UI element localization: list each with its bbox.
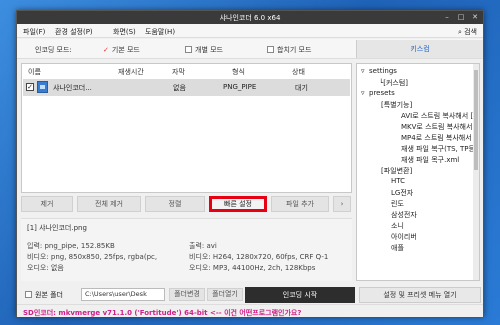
output-path-field[interactable]: C:\Users\user\Desk: [81, 288, 165, 301]
row-name: 샤나인코더...: [53, 84, 92, 92]
tree-item-mp4-copy[interactable]: MP4로 스트림 복사해서: [401, 133, 472, 143]
column-subtitle[interactable]: 자막: [172, 67, 185, 77]
menu-preferences[interactable]: 환경 설정(P): [55, 27, 93, 37]
start-encoding-button[interactable]: 인코딩 시작: [245, 287, 355, 303]
tree-item-iriver[interactable]: 아이리버: [391, 232, 417, 242]
info-audio-out: 오디오: MP3, 44100Hz, 2ch, 128Kbps: [189, 264, 316, 272]
app-window: 샤나인코더 6.0 x64 – □ ✕ 파일(F) 환경 설정(P) 화면(S)…: [16, 10, 484, 317]
maximize-icon[interactable]: □: [455, 12, 467, 23]
add-file-button[interactable]: 파일 추가: [271, 196, 329, 212]
tree-item-htc[interactable]: HTC: [391, 177, 405, 185]
minimize-icon[interactable]: –: [441, 12, 453, 23]
checkbox: [267, 46, 274, 53]
folder-open-button[interactable]: 폴더열기: [207, 288, 243, 301]
individual-mode-option[interactable]: 개별 모드: [185, 45, 223, 55]
status-text: SD인코더: mkvmerge v71.1.0 ('Fortitude') 64…: [23, 309, 302, 317]
remove-button[interactable]: 제거: [21, 196, 73, 212]
tree-item-sony[interactable]: 소니: [391, 221, 404, 231]
tree-item-convert[interactable]: [파일변환]: [381, 166, 412, 176]
column-format[interactable]: 형식: [232, 67, 245, 77]
encoding-mode-label: 인코딩 모드:: [35, 46, 72, 54]
preset-menu-button[interactable]: 설정 및 프리셋 메뉴 열기: [359, 287, 481, 303]
tree-item-avi-copy[interactable]: AVI로 스트림 복사해서 [: [401, 111, 473, 121]
info-filename: [1] 샤나인코더.png: [27, 224, 87, 232]
info-input: 입력: png_pipe, 152.85KB: [27, 242, 115, 250]
basic-mode-option[interactable]: ✓ 기본 모드: [103, 45, 140, 55]
remove-all-button[interactable]: 전체 제거: [77, 196, 141, 212]
tree-item-lg[interactable]: LG전자: [391, 188, 413, 198]
tree-item-custom[interactable]: └[커스텀]: [379, 78, 408, 88]
merge-mode-label: 합치기 모드: [277, 46, 312, 54]
checkbox: [185, 46, 192, 53]
kisscom-button[interactable]: 키스컴: [356, 40, 483, 58]
preset-tree: ▿ settings └[커스텀] ▿ presets [특별기능] AVI로 …: [356, 63, 480, 281]
tree-item-presets[interactable]: presets: [369, 89, 395, 97]
tree-item-settings[interactable]: settings: [369, 67, 397, 75]
tree-item-samsung[interactable]: 삼성전자: [391, 210, 417, 220]
sort-button[interactable]: 정렬: [145, 196, 205, 212]
title-bar: 샤나인코더 6.0 x64 – □ ✕: [17, 11, 483, 24]
file-list: 이름 재생시간 자막 형식 상태 ✓ 샤나인코더... 없음 PNG_PIPE …: [21, 63, 352, 193]
source-folder-option[interactable]: 원본 폴더: [25, 290, 63, 300]
more-button[interactable]: ›: [333, 196, 351, 212]
info-video-in: 비디오: png, 850x850, 25fps, rgba(pc,: [27, 253, 158, 261]
row-subtitle: 없음: [173, 84, 186, 92]
list-button-row: 제거 전체 제거 정렬 빠른 설정 파일 추가 ›: [21, 196, 352, 214]
tree-item-repair-xml[interactable]: 재생 파일 목구.xml: [401, 155, 459, 165]
column-name[interactable]: 이름: [28, 67, 41, 77]
row-status: 대기: [295, 84, 308, 92]
search-button[interactable]: ⌕ 검색: [458, 27, 477, 37]
search-label: 검색: [464, 28, 477, 36]
tree-item-special[interactable]: [특별기능]: [381, 100, 412, 110]
window-title: 샤나인코더 6.0 x64: [219, 14, 281, 22]
row-format: PNG_PIPE: [223, 83, 257, 91]
menu-help[interactable]: 도움말(H): [145, 27, 175, 37]
quick-setting-button[interactable]: 빠른 설정: [209, 196, 267, 212]
info-video-out: 비디오: H264, 1280x720, 60fps, CRF Q-1: [189, 253, 329, 261]
menu-bar: 파일(F) 환경 설정(P) 화면(S) 도움말(H) ⌕ 검색: [17, 24, 483, 38]
tree-item-lindo[interactable]: 린도: [391, 199, 404, 209]
image-file-icon: [37, 81, 48, 93]
check-icon: ✓: [103, 46, 109, 54]
tree-toggle-icon[interactable]: ▿: [361, 67, 365, 75]
close-icon[interactable]: ✕: [469, 12, 481, 23]
menu-file[interactable]: 파일(F): [23, 27, 45, 37]
checkbox: [25, 291, 32, 298]
column-status[interactable]: 상태: [292, 67, 305, 77]
individual-mode-label: 개별 모드: [195, 46, 223, 54]
merge-mode-option[interactable]: 합치기 모드: [267, 45, 311, 55]
bottom-bar: 원본 폴더 C:\Users\user\Desk 폴더변경 폴더열기 인코딩 시…: [17, 286, 483, 304]
info-audio-in: 오디오: 없음: [27, 264, 64, 272]
source-folder-label: 원본 폴더: [35, 291, 63, 299]
tree-item-repair[interactable]: 재생 파일 복구(TS, TP등: [401, 144, 475, 154]
status-bar: SD인코더: mkvmerge v71.1.0 ('Fortitude') 64…: [17, 304, 483, 317]
tree-scrollbar[interactable]: [473, 64, 479, 280]
scrollbar-thumb[interactable]: [474, 70, 478, 170]
tree-toggle-icon[interactable]: ▿: [361, 89, 365, 97]
folder-change-button[interactable]: 폴더변경: [169, 288, 205, 301]
tree-item-apple[interactable]: 애플: [391, 243, 404, 253]
search-icon: ⌕: [457, 28, 462, 36]
tree-item-mkv-copy[interactable]: MKV로 스트림 복사해서: [401, 122, 472, 132]
info-output: 출력: avi: [189, 242, 217, 250]
table-row[interactable]: ✓ 샤나인코더... 없음 PNG_PIPE 대기: [23, 79, 350, 96]
file-info-panel: [1] 샤나인코더.png 입력: png_pipe, 152.85KB 비디오…: [21, 218, 352, 281]
column-duration[interactable]: 재생시간: [118, 67, 144, 77]
row-checkbox[interactable]: ✓: [26, 83, 34, 91]
basic-mode-label: 기본 모드: [111, 46, 140, 54]
menu-screen[interactable]: 화면(S): [113, 27, 136, 37]
